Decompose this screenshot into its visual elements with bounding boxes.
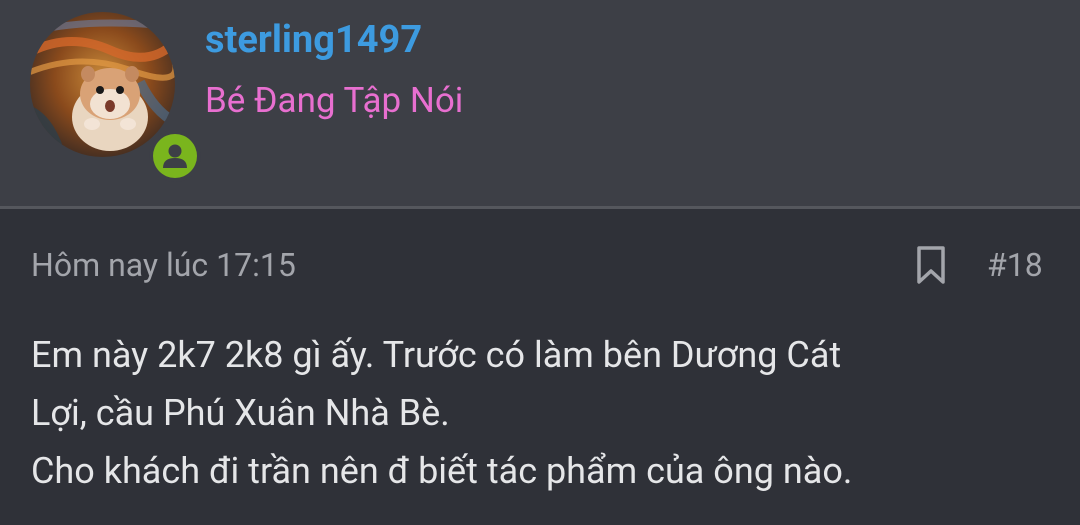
user-icon	[163, 144, 187, 168]
username-link[interactable]: sterling1497	[205, 14, 422, 66]
bookmark-icon[interactable]	[914, 245, 948, 285]
online-status-badge	[149, 130, 201, 182]
online-dot	[153, 134, 197, 178]
post-body: Em này 2k7 2k8 gì ấy. Trước có làm bên D…	[31, 326, 1051, 500]
avatar[interactable]	[30, 12, 201, 182]
hamster-avatar-icon	[30, 12, 175, 157]
post-body-line: Lợi, cầu Phú Xuân Nhà Bè.	[31, 392, 450, 434]
user-title: Bé Đang Tập Nói	[205, 80, 464, 121]
header-divider	[0, 206, 1080, 209]
user-header: sterling1497 Bé Đang Tập Nói	[0, 0, 1080, 206]
post-number-link[interactable]: #18	[987, 242, 1043, 288]
post-timestamp[interactable]: Hôm nay lúc 17:15	[31, 242, 296, 288]
post-body-line: Em này 2k7 2k8 gì ấy. Trước có làm bên D…	[31, 334, 842, 376]
post-body-line: Cho khách đi trần nên đ biết tác phẩm củ…	[31, 450, 853, 492]
